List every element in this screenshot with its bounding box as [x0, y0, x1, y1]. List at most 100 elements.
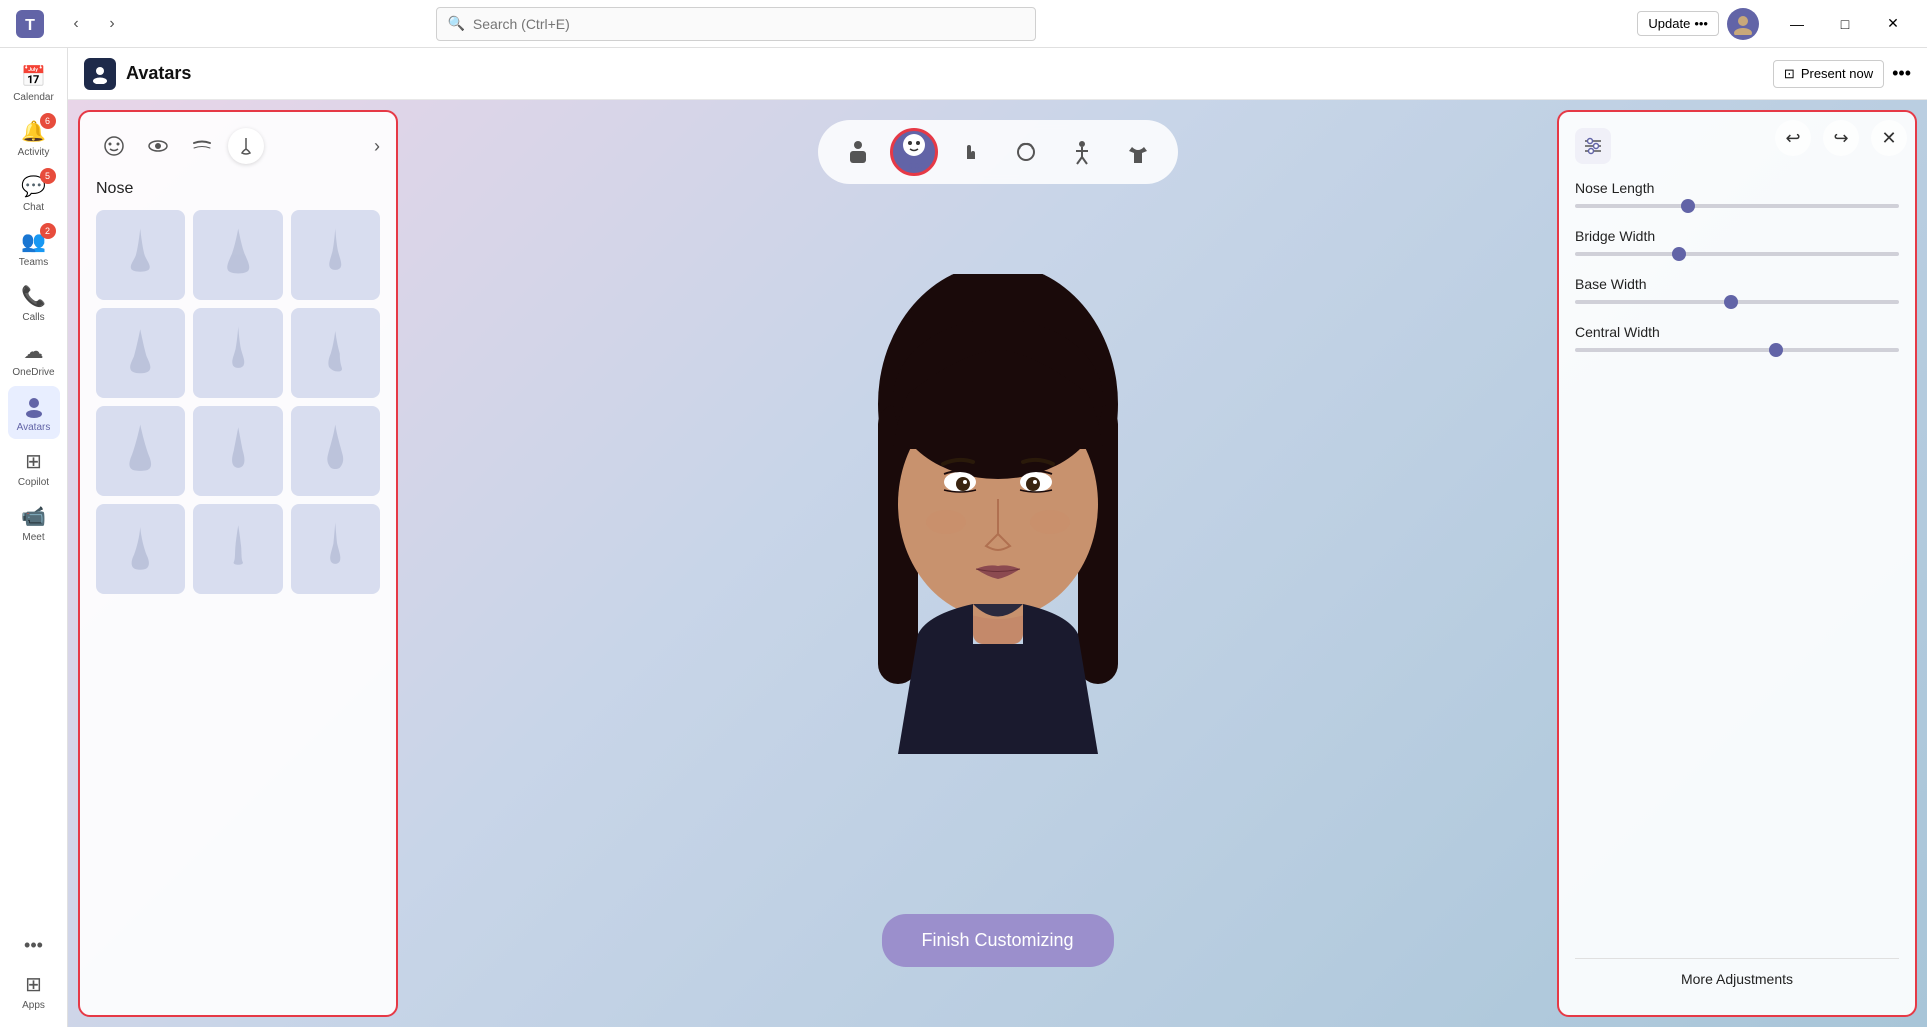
- adjustments-icon-button[interactable]: [1575, 128, 1611, 164]
- main-layout: 📅 Calendar 6 🔔 Activity 5 💬 Chat 2 👥 Tea…: [0, 48, 1927, 1027]
- tab-outfit[interactable]: [1114, 128, 1162, 176]
- present-now-icon: ⊡: [1784, 66, 1795, 82]
- sidebar-label-onedrive: OneDrive: [12, 367, 54, 378]
- central-width-track[interactable]: [1575, 348, 1899, 352]
- sidebar-label-chat: Chat: [23, 202, 44, 213]
- finish-customizing-button[interactable]: Finish Customizing: [881, 914, 1113, 967]
- sidebar-label-apps: Apps: [22, 1000, 45, 1011]
- tab-face[interactable]: Face: [890, 128, 938, 176]
- sidebar: 📅 Calendar 6 🔔 Activity 5 💬 Chat 2 👥 Tea…: [0, 48, 68, 1027]
- tab-nose[interactable]: [228, 128, 264, 164]
- redo-button[interactable]: ↪: [1823, 120, 1859, 156]
- user-avatar-button[interactable]: [1727, 8, 1759, 40]
- meet-icon: 📹: [20, 502, 48, 530]
- nose-option-12[interactable]: [291, 504, 380, 594]
- minimize-button[interactable]: —: [1775, 8, 1819, 40]
- base-width-label: Base Width: [1575, 276, 1899, 292]
- app-title: Avatars: [126, 63, 191, 84]
- sidebar-item-onedrive[interactable]: ☁ OneDrive: [8, 331, 60, 384]
- nose-option-7[interactable]: [96, 406, 185, 496]
- tab-pose[interactable]: [1058, 128, 1106, 176]
- back-button[interactable]: ‹: [60, 8, 92, 40]
- feature-tabs: ›: [96, 128, 380, 164]
- teams-badge: 2: [40, 223, 56, 239]
- bridge-width-track[interactable]: [1575, 252, 1899, 256]
- sidebar-item-teams[interactable]: 2 👥 Teams: [8, 221, 60, 274]
- apps-icon: ⊞: [20, 970, 48, 998]
- sidebar-label-copilot: Copilot: [18, 477, 49, 488]
- tab-hair[interactable]: [1002, 128, 1050, 176]
- tab-face-shape[interactable]: [96, 128, 132, 164]
- maximize-button[interactable]: □: [1823, 8, 1867, 40]
- content-area: Avatars ⊡ Present now •••: [68, 48, 1927, 1027]
- copilot-icon: ⊞: [20, 447, 48, 475]
- editor-controls: ↩ ↪ ✕: [1775, 120, 1907, 156]
- update-button[interactable]: Update •••: [1637, 11, 1719, 36]
- sidebar-item-activity[interactable]: 6 🔔 Activity: [8, 111, 60, 164]
- nose-option-10[interactable]: [96, 504, 185, 594]
- window-controls: — □ ✕: [1775, 8, 1915, 40]
- undo-button[interactable]: ↩: [1775, 120, 1811, 156]
- sidebar-label-activity: Activity: [18, 147, 50, 158]
- nose-option-9[interactable]: [291, 406, 380, 496]
- avatars-icon: [20, 392, 48, 420]
- sidebar-item-apps[interactable]: ⊞ Apps: [8, 964, 60, 1017]
- title-bar: T ‹ › 🔍 Update ••• — □ ✕: [0, 0, 1927, 48]
- nose-option-6[interactable]: [291, 308, 380, 398]
- tab-eyes[interactable]: [140, 128, 176, 164]
- nose-option-8[interactable]: [193, 406, 282, 496]
- base-width-thumb[interactable]: [1724, 295, 1738, 309]
- sidebar-item-calendar[interactable]: 📅 Calendar: [8, 56, 60, 109]
- nav-buttons: ‹ ›: [60, 8, 128, 40]
- central-width-label: Central Width: [1575, 324, 1899, 340]
- nose-length-label: Nose Length: [1575, 180, 1899, 196]
- central-width-thumb[interactable]: [1769, 343, 1783, 357]
- tab-eyebrows[interactable]: [184, 128, 220, 164]
- bridge-width-thumb[interactable]: [1672, 247, 1686, 261]
- present-now-button[interactable]: ⊡ Present now: [1773, 60, 1884, 88]
- editor-close-button[interactable]: ✕: [1871, 120, 1907, 156]
- tab-gesture[interactable]: [946, 128, 994, 176]
- nose-length-thumb[interactable]: [1681, 199, 1695, 213]
- svg-text:T: T: [25, 17, 35, 34]
- close-button[interactable]: ✕: [1871, 8, 1915, 40]
- avatar-editor: Face: [68, 100, 1927, 1027]
- nose-option-5[interactable]: [193, 308, 282, 398]
- sidebar-label-calendar: Calendar: [13, 92, 54, 103]
- app-header: Avatars ⊡ Present now •••: [68, 48, 1927, 100]
- nose-option-2[interactable]: [193, 210, 282, 300]
- activity-badge: 6: [40, 113, 56, 129]
- update-label: Update: [1648, 16, 1690, 31]
- sidebar-item-copilot[interactable]: ⊞ Copilot: [8, 441, 60, 494]
- header-more-button[interactable]: •••: [1892, 63, 1911, 84]
- forward-button[interactable]: ›: [96, 8, 128, 40]
- title-bar-right: Update ••• — □ ✕: [1637, 8, 1915, 40]
- calls-icon: 📞: [20, 282, 48, 310]
- nose-option-3[interactable]: [291, 210, 380, 300]
- app-logo: T: [12, 6, 48, 42]
- sidebar-item-avatars[interactable]: Avatars: [8, 386, 60, 439]
- nose-length-track[interactable]: [1575, 204, 1899, 208]
- present-now-label: Present now: [1801, 66, 1873, 81]
- nose-section-label: Nose: [96, 180, 380, 198]
- more-adjustments-button[interactable]: More Adjustments: [1575, 958, 1899, 999]
- search-bar[interactable]: 🔍: [436, 7, 1036, 41]
- sidebar-item-calls[interactable]: 📞 Calls: [8, 276, 60, 329]
- bridge-width-label: Bridge Width: [1575, 228, 1899, 244]
- tab-body[interactable]: [834, 128, 882, 176]
- base-width-track[interactable]: [1575, 300, 1899, 304]
- sidebar-label-avatars: Avatars: [17, 422, 51, 433]
- sidebar-more-button[interactable]: •••: [16, 927, 51, 964]
- app-header-icon: [84, 58, 116, 90]
- nose-option-11[interactable]: [193, 504, 282, 594]
- feature-next-button[interactable]: ›: [374, 136, 380, 157]
- sidebar-item-chat[interactable]: 5 💬 Chat: [8, 166, 60, 219]
- search-icon: 🔍: [447, 15, 464, 32]
- sidebar-label-calls: Calls: [22, 312, 44, 323]
- avatar-figure: [773, 239, 1223, 889]
- sidebar-item-meet[interactable]: 📹 Meet: [8, 496, 60, 549]
- nose-option-4[interactable]: [96, 308, 185, 398]
- search-input[interactable]: [473, 16, 1026, 32]
- nose-options-grid: [96, 210, 380, 594]
- nose-option-1[interactable]: [96, 210, 185, 300]
